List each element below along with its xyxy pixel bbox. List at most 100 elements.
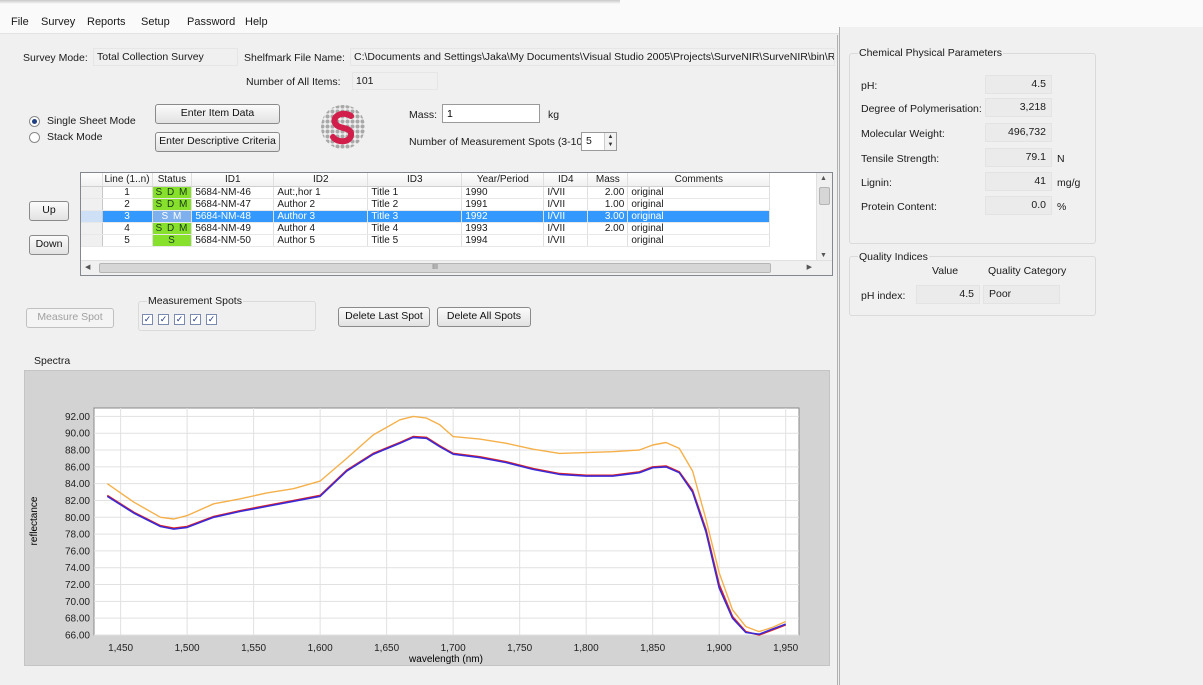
down-button[interactable]: Down — [29, 235, 69, 255]
cell-id1: 5684-NM-49 — [191, 222, 275, 235]
spots-spinner[interactable]: 5 ▲ ▼ — [581, 132, 617, 151]
x-tick-label: 1,450 — [108, 643, 133, 654]
table-row-selected[interactable]: 3 S M 5684-NM-48 Author 3 Title 3 1992 I… — [81, 210, 771, 223]
enter-item-data-button[interactable]: Enter Item Data — [155, 104, 280, 124]
table-row[interactable]: 1 S D M 5684-NM-46 Aut:,hor 1 Title 1 19… — [81, 186, 771, 199]
measure-spot-button[interactable]: Measure Spot — [26, 308, 114, 328]
menu-setup[interactable]: Setup — [141, 16, 170, 28]
spot-checkbox[interactable]: ✓ — [174, 314, 185, 325]
cell-id3: Title 4 — [367, 222, 463, 235]
x-tick-label: 1,750 — [507, 643, 532, 654]
items-grid[interactable]: Line (1..n) Status ID1 ID2 ID3 Year/Peri… — [80, 172, 833, 276]
cell-line: 2 — [102, 198, 153, 211]
row-header[interactable] — [81, 210, 103, 223]
col-header-id2[interactable]: ID2 — [273, 173, 369, 187]
col-header-comments[interactable]: Comments — [627, 173, 771, 187]
cell-id3: Title 1 — [367, 186, 463, 199]
up-button[interactable]: Up — [29, 201, 69, 221]
cell-year: 1992 — [461, 210, 545, 223]
x-tick-label: 1,650 — [374, 643, 399, 654]
row-header[interactable] — [81, 234, 103, 247]
y-axis-label: reflectance — [29, 496, 40, 545]
spot-checkbox[interactable]: ✓ — [190, 314, 201, 325]
menu-survey[interactable]: Survey — [41, 16, 75, 28]
cell-line: 3 — [102, 210, 153, 223]
stack-mode-radio[interactable] — [29, 132, 40, 143]
single-sheet-radio[interactable] — [29, 116, 40, 127]
cell-id2: Aut:,hor 1 — [273, 186, 369, 199]
col-header-id1[interactable]: ID1 — [191, 173, 275, 187]
spot-checkbox[interactable]: ✓ — [158, 314, 169, 325]
row-header[interactable] — [81, 222, 103, 235]
menu-file[interactable]: File — [11, 16, 29, 28]
cell-comments: original — [627, 198, 771, 211]
scroll-up-icon[interactable]: ▲ — [820, 175, 827, 182]
col-header-year[interactable]: Year/Period — [461, 173, 545, 187]
y-tick-label: 78.00 — [65, 530, 90, 541]
scroll-left-icon[interactable]: ◀ — [85, 263, 90, 271]
cell-mass: 2.00 — [587, 186, 629, 199]
grid-horizontal-scrollbar[interactable]: ◀ III ▶ — [81, 260, 832, 275]
spot-checkbox[interactable]: ✓ — [142, 314, 153, 325]
scroll-down-icon[interactable]: ▼ — [820, 252, 827, 259]
col-header-status[interactable]: Status — [152, 173, 193, 187]
cell-id1: 5684-NM-50 — [191, 234, 275, 247]
cell-line: 1 — [102, 186, 153, 199]
cell-status: S D M — [152, 186, 193, 199]
items-table: Line (1..n) Status ID1 ID2 ID3 Year/Peri… — [81, 173, 771, 247]
x-tick-label: 1,550 — [241, 643, 266, 654]
mass-label: Mass: — [409, 109, 438, 121]
cell-comments: original — [627, 210, 771, 223]
y-tick-label: 76.00 — [65, 546, 90, 557]
param-tensile-unit: N — [1057, 153, 1065, 165]
cell-id1: 5684-NM-48 — [191, 210, 275, 223]
cell-mass: 1.00 — [587, 198, 629, 211]
cell-line: 4 — [102, 222, 153, 235]
menu-help[interactable]: Help — [245, 16, 268, 28]
delete-all-spots-button[interactable]: Delete All Spots — [437, 307, 531, 327]
quality-category-header: Quality Category — [988, 265, 1067, 277]
param-lignin-label: Lignin: — [861, 177, 892, 189]
grid-vertical-scrollbar[interactable]: ▲ ▼ — [816, 173, 832, 261]
stack-mode-label: Stack Mode — [47, 131, 103, 143]
mass-unit: kg — [548, 109, 560, 121]
grid-vscroll-thumb[interactable] — [819, 187, 830, 205]
param-tensile-label: Tensile Strength: — [861, 153, 940, 165]
cell-id4: I/VII — [543, 198, 589, 211]
param-ph-label: pH: — [861, 80, 878, 92]
col-header-id3[interactable]: ID3 — [367, 173, 463, 187]
table-row[interactable]: 5 S 5684-NM-50 Author 5 Title 5 1994 I/V… — [81, 234, 771, 247]
enter-descriptive-criteria-button[interactable]: Enter Descriptive Criteria — [155, 132, 280, 152]
y-tick-label: 92.00 — [65, 412, 90, 423]
col-header-id4[interactable]: ID4 — [543, 173, 589, 187]
y-tick-label: 80.00 — [65, 513, 90, 524]
param-protein-label: Protein Content: — [861, 201, 937, 213]
spot-checkbox[interactable]: ✓ — [206, 314, 217, 325]
table-row[interactable]: 2 S D M 5684-NM-47 Author 2 Title 2 1991… — [81, 198, 771, 211]
scroll-right-icon[interactable]: ▶ — [807, 263, 812, 271]
col-header-mass[interactable]: Mass — [587, 173, 629, 187]
cell-status: S — [152, 234, 193, 247]
spinner-arrows-icon[interactable]: ▲ ▼ — [604, 133, 616, 150]
cell-comments: original — [627, 234, 771, 247]
ph-index-value: 4.5 — [916, 285, 980, 304]
col-header-line[interactable]: Line (1..n) — [102, 173, 153, 187]
y-tick-label: 72.00 — [65, 580, 90, 591]
delete-last-spot-button[interactable]: Delete Last Spot — [338, 307, 430, 327]
spots-label: Number of Measurement Spots (3-10): — [409, 136, 589, 148]
row-header-corner — [81, 173, 103, 187]
table-row[interactable]: 4 S D M 5684-NM-49 Author 4 Title 4 1993… — [81, 222, 771, 235]
mass-input[interactable] — [442, 104, 540, 123]
cell-year: 1994 — [461, 234, 545, 247]
row-header[interactable] — [81, 198, 103, 211]
menu-reports[interactable]: Reports — [87, 16, 126, 28]
menu-password[interactable]: Password — [187, 16, 235, 28]
x-tick-label: 1,600 — [308, 643, 333, 654]
row-header[interactable] — [81, 186, 103, 199]
quality-indices-title: Quality Indices — [858, 251, 929, 263]
x-tick-label: 1,900 — [707, 643, 732, 654]
measurement-spots-label: Measurement Spots — [147, 295, 243, 307]
param-dp-label: Degree of Polymerisation: — [861, 103, 982, 115]
spectra-chart[interactable]: 92.00 90.00 88.00 86.00 84.00 82.00 80.00 78.00… — [25, 371, 831, 667]
grid-hscroll-thumb[interactable]: III — [99, 263, 771, 273]
